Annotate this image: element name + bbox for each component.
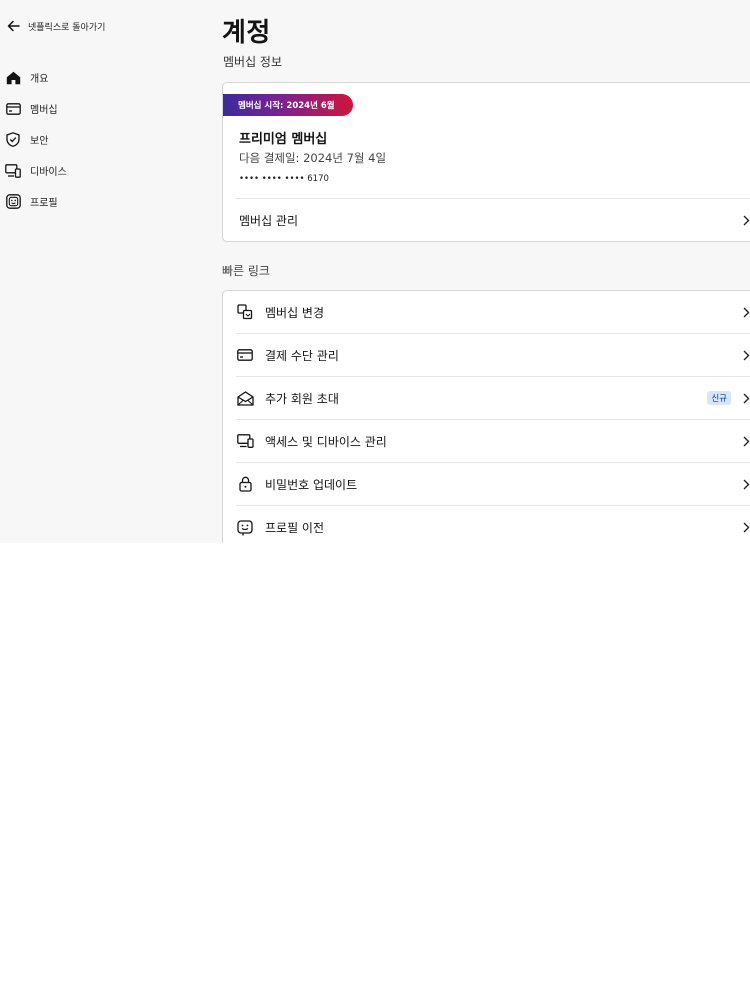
next-payment-date: 다음 결제일: 2024년 7월 4일 (239, 151, 387, 165)
devices-icon (236, 432, 254, 450)
quick-link-access-devices[interactable]: 액세스 및 디바이스 관리 (236, 420, 750, 463)
quick-link-payment-method[interactable]: 결제 수단 관리 (236, 334, 750, 377)
sidebar-item-overview[interactable]: 개요 (5, 62, 67, 93)
membership-section-title: 멤버십 정보 (223, 55, 283, 69)
devices-icon (5, 163, 21, 179)
chevron-right-icon (741, 349, 750, 361)
sidebar-item-membership[interactable]: 멤버십 (5, 93, 67, 124)
account-page: 넷플릭스로 돌아가기 개요 멤버십 보안 디바이스 프로필 계정 멤버십 정보 … (0, 0, 750, 543)
chevron-right-icon (741, 435, 750, 447)
chevron-right-icon (741, 214, 750, 226)
quick-link-label: 추가 회원 초대 (265, 391, 339, 406)
manage-membership-link[interactable]: 멤버십 관리 (223, 199, 750, 241)
chevron-right-icon (741, 522, 750, 534)
quick-link-label: 비밀번호 업데이트 (265, 477, 358, 492)
sidebar-item-profile[interactable]: 프로필 (5, 186, 67, 217)
sidebar-item-devices[interactable]: 디바이스 (5, 155, 67, 186)
quick-link-label: 결제 수단 관리 (265, 348, 339, 363)
quick-link-label: 멤버십 변경 (265, 305, 325, 320)
quick-link-label: 프로필 이전 (265, 521, 325, 535)
sidebar-item-label: 보안 (30, 136, 49, 147)
chevron-right-icon (741, 392, 750, 404)
arrow-left-icon (7, 20, 20, 32)
invite-mail-icon (236, 389, 254, 407)
sidebar-nav: 개요 멤버십 보안 디바이스 프로필 (5, 62, 67, 217)
lock-icon (236, 475, 254, 493)
quick-link-invite-member[interactable]: 추가 회원 초대 신규 (236, 377, 750, 420)
home-icon (5, 70, 21, 86)
manage-membership-label: 멤버십 관리 (239, 213, 299, 228)
quick-links-card: 멤버십 변경 결제 수단 관리 추가 회원 초대 신규 액세스 및 디바이스 관… (222, 290, 750, 543)
sidebar-item-security[interactable]: 보안 (5, 124, 67, 155)
chevron-right-icon (741, 306, 750, 318)
change-plan-icon (236, 303, 254, 321)
membership-start-badge: 멤버십 시작: 2024년 6월 (223, 94, 353, 116)
card-icon (5, 101, 21, 117)
quick-link-profile-transfer[interactable]: 프로필 이전 (236, 506, 750, 543)
new-badge: 신규 (707, 391, 731, 405)
back-to-netflix-link[interactable]: 넷플릭스로 돌아가기 (7, 18, 105, 34)
shield-icon (5, 132, 21, 148)
plan-name: 프리미엄 멤버십 (239, 132, 328, 147)
card-number: •••• •••• •••• 6170 (239, 174, 329, 184)
sidebar-item-label: 디바이스 (30, 167, 67, 178)
payment-card-icon (236, 346, 254, 364)
chevron-right-icon (741, 478, 750, 490)
quick-link-update-password[interactable]: 비밀번호 업데이트 (236, 463, 750, 506)
sidebar-item-label: 멤버십 (30, 105, 58, 116)
profile-transfer-icon (236, 519, 254, 537)
quick-link-label: 액세스 및 디바이스 관리 (265, 434, 387, 449)
back-link-label: 넷플릭스로 돌아가기 (28, 22, 106, 33)
page-title: 계정 (222, 18, 271, 48)
quick-links-title: 빠른 링크 (222, 264, 270, 278)
sidebar-item-label: 개요 (30, 74, 49, 85)
quick-link-change-plan[interactable]: 멤버십 변경 (236, 291, 750, 334)
profile-icon (5, 194, 21, 210)
sidebar-item-label: 프로필 (30, 198, 58, 209)
membership-card: 멤버십 시작: 2024년 6월 프리미엄 멤버십 다음 결제일: 2024년 … (222, 82, 750, 242)
